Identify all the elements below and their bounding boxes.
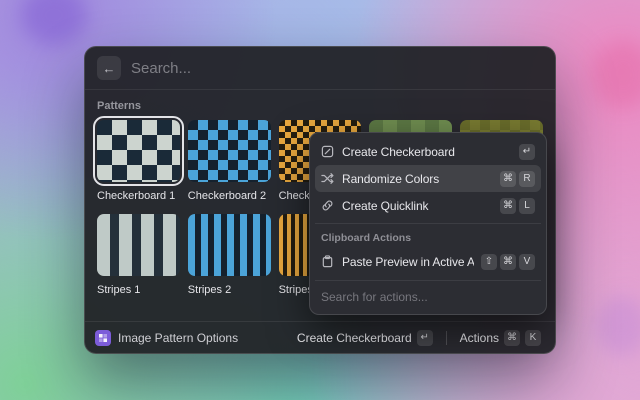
pattern-label: Checkerboard 2: [188, 190, 271, 202]
key-return: ↵: [417, 330, 433, 346]
footer-bar: Image Pattern Options Create Checkerboar…: [85, 321, 555, 353]
footer-divider: [446, 331, 447, 345]
menu-item-paste-preview[interactable]: Paste Preview in Active App ⇧ ⌘ V: [315, 248, 541, 275]
key-cmd: ⌘: [500, 254, 516, 270]
menu-item-label: Create Checkerboard: [342, 145, 512, 159]
key-v: V: [519, 254, 535, 270]
pattern-preview-stripes-2: [188, 214, 271, 276]
menu-item-label: Create Quicklink: [342, 199, 493, 213]
menu-item-shortcut: ⌘ R: [500, 171, 535, 187]
extension-icon: [95, 330, 111, 346]
pattern-preview-stripes-1: [97, 214, 180, 276]
actions-search-row: [315, 280, 541, 309]
footer-actions: Create Checkerboard ↵ Actions ⌘ K: [293, 327, 545, 349]
key-r: R: [519, 171, 535, 187]
key-return: ↵: [519, 144, 535, 160]
menu-item-randomize-colors[interactable]: Randomize Colors ⌘ R: [315, 165, 541, 192]
primary-action-label: Create Checkerboard: [297, 331, 412, 345]
footer-extension-label: Image Pattern Options: [118, 331, 238, 345]
menu-item-label: Paste Preview in Active App: [342, 255, 474, 269]
pattern-item-checkerboard-1[interactable]: Checkerboard 1: [97, 120, 180, 202]
pattern-label: Checkerboard 1: [97, 190, 180, 202]
key-cmd: ⌘: [500, 198, 516, 214]
menu-item-shortcut: ⇧ ⌘ V: [481, 254, 535, 270]
compose-icon: [321, 145, 335, 159]
pattern-preview-checkerboard-1: [97, 120, 180, 182]
actions-button[interactable]: Actions ⌘ K: [456, 327, 545, 349]
pattern-item-stripes-1[interactable]: Stripes 1: [97, 214, 180, 296]
section-label-patterns: Patterns: [97, 100, 543, 112]
footer-extension: Image Pattern Options: [95, 330, 238, 346]
primary-action-button[interactable]: Create Checkerboard ↵: [293, 327, 437, 349]
launcher-window: ← Patterns Checkerboard 1 Checkerboard 2…: [84, 46, 556, 354]
pattern-label: Stripes 2: [188, 284, 271, 296]
search-input[interactable]: [131, 60, 543, 77]
search-header: ←: [85, 47, 555, 89]
key-cmd: ⌘: [500, 171, 516, 187]
menu-section-clipboard-actions: Clipboard Actions: [315, 223, 541, 248]
key-l: L: [519, 198, 535, 214]
key-cmd: ⌘: [504, 330, 520, 346]
actions-menu: Create Checkerboard ↵ Randomize Colors ⌘…: [309, 132, 547, 315]
clipboard-icon: [321, 255, 335, 269]
shuffle-icon: [321, 172, 335, 186]
menu-item-create-checkerboard[interactable]: Create Checkerboard ↵: [315, 138, 541, 165]
key-k: K: [525, 330, 541, 346]
pattern-item-checkerboard-2[interactable]: Checkerboard 2: [188, 120, 271, 202]
pattern-label: Stripes 1: [97, 284, 180, 296]
menu-item-shortcut: ⌘ L: [500, 198, 535, 214]
pattern-preview-checkerboard-2: [188, 120, 271, 182]
pattern-item-stripes-2[interactable]: Stripes 2: [188, 214, 271, 296]
menu-item-create-quicklink[interactable]: Create Quicklink ⌘ L: [315, 192, 541, 219]
background-blob-pink: [594, 42, 640, 108]
background-blob-purple: [22, 0, 86, 44]
background-blob-magenta: [596, 296, 640, 356]
actions-button-label: Actions: [460, 331, 499, 345]
key-shift: ⇧: [481, 254, 497, 270]
menu-item-shortcut: ↵: [519, 144, 535, 160]
actions-search-input[interactable]: [321, 290, 535, 304]
link-icon: [321, 199, 335, 213]
menu-item-label: Randomize Colors: [342, 172, 493, 186]
back-button[interactable]: ←: [97, 56, 121, 80]
